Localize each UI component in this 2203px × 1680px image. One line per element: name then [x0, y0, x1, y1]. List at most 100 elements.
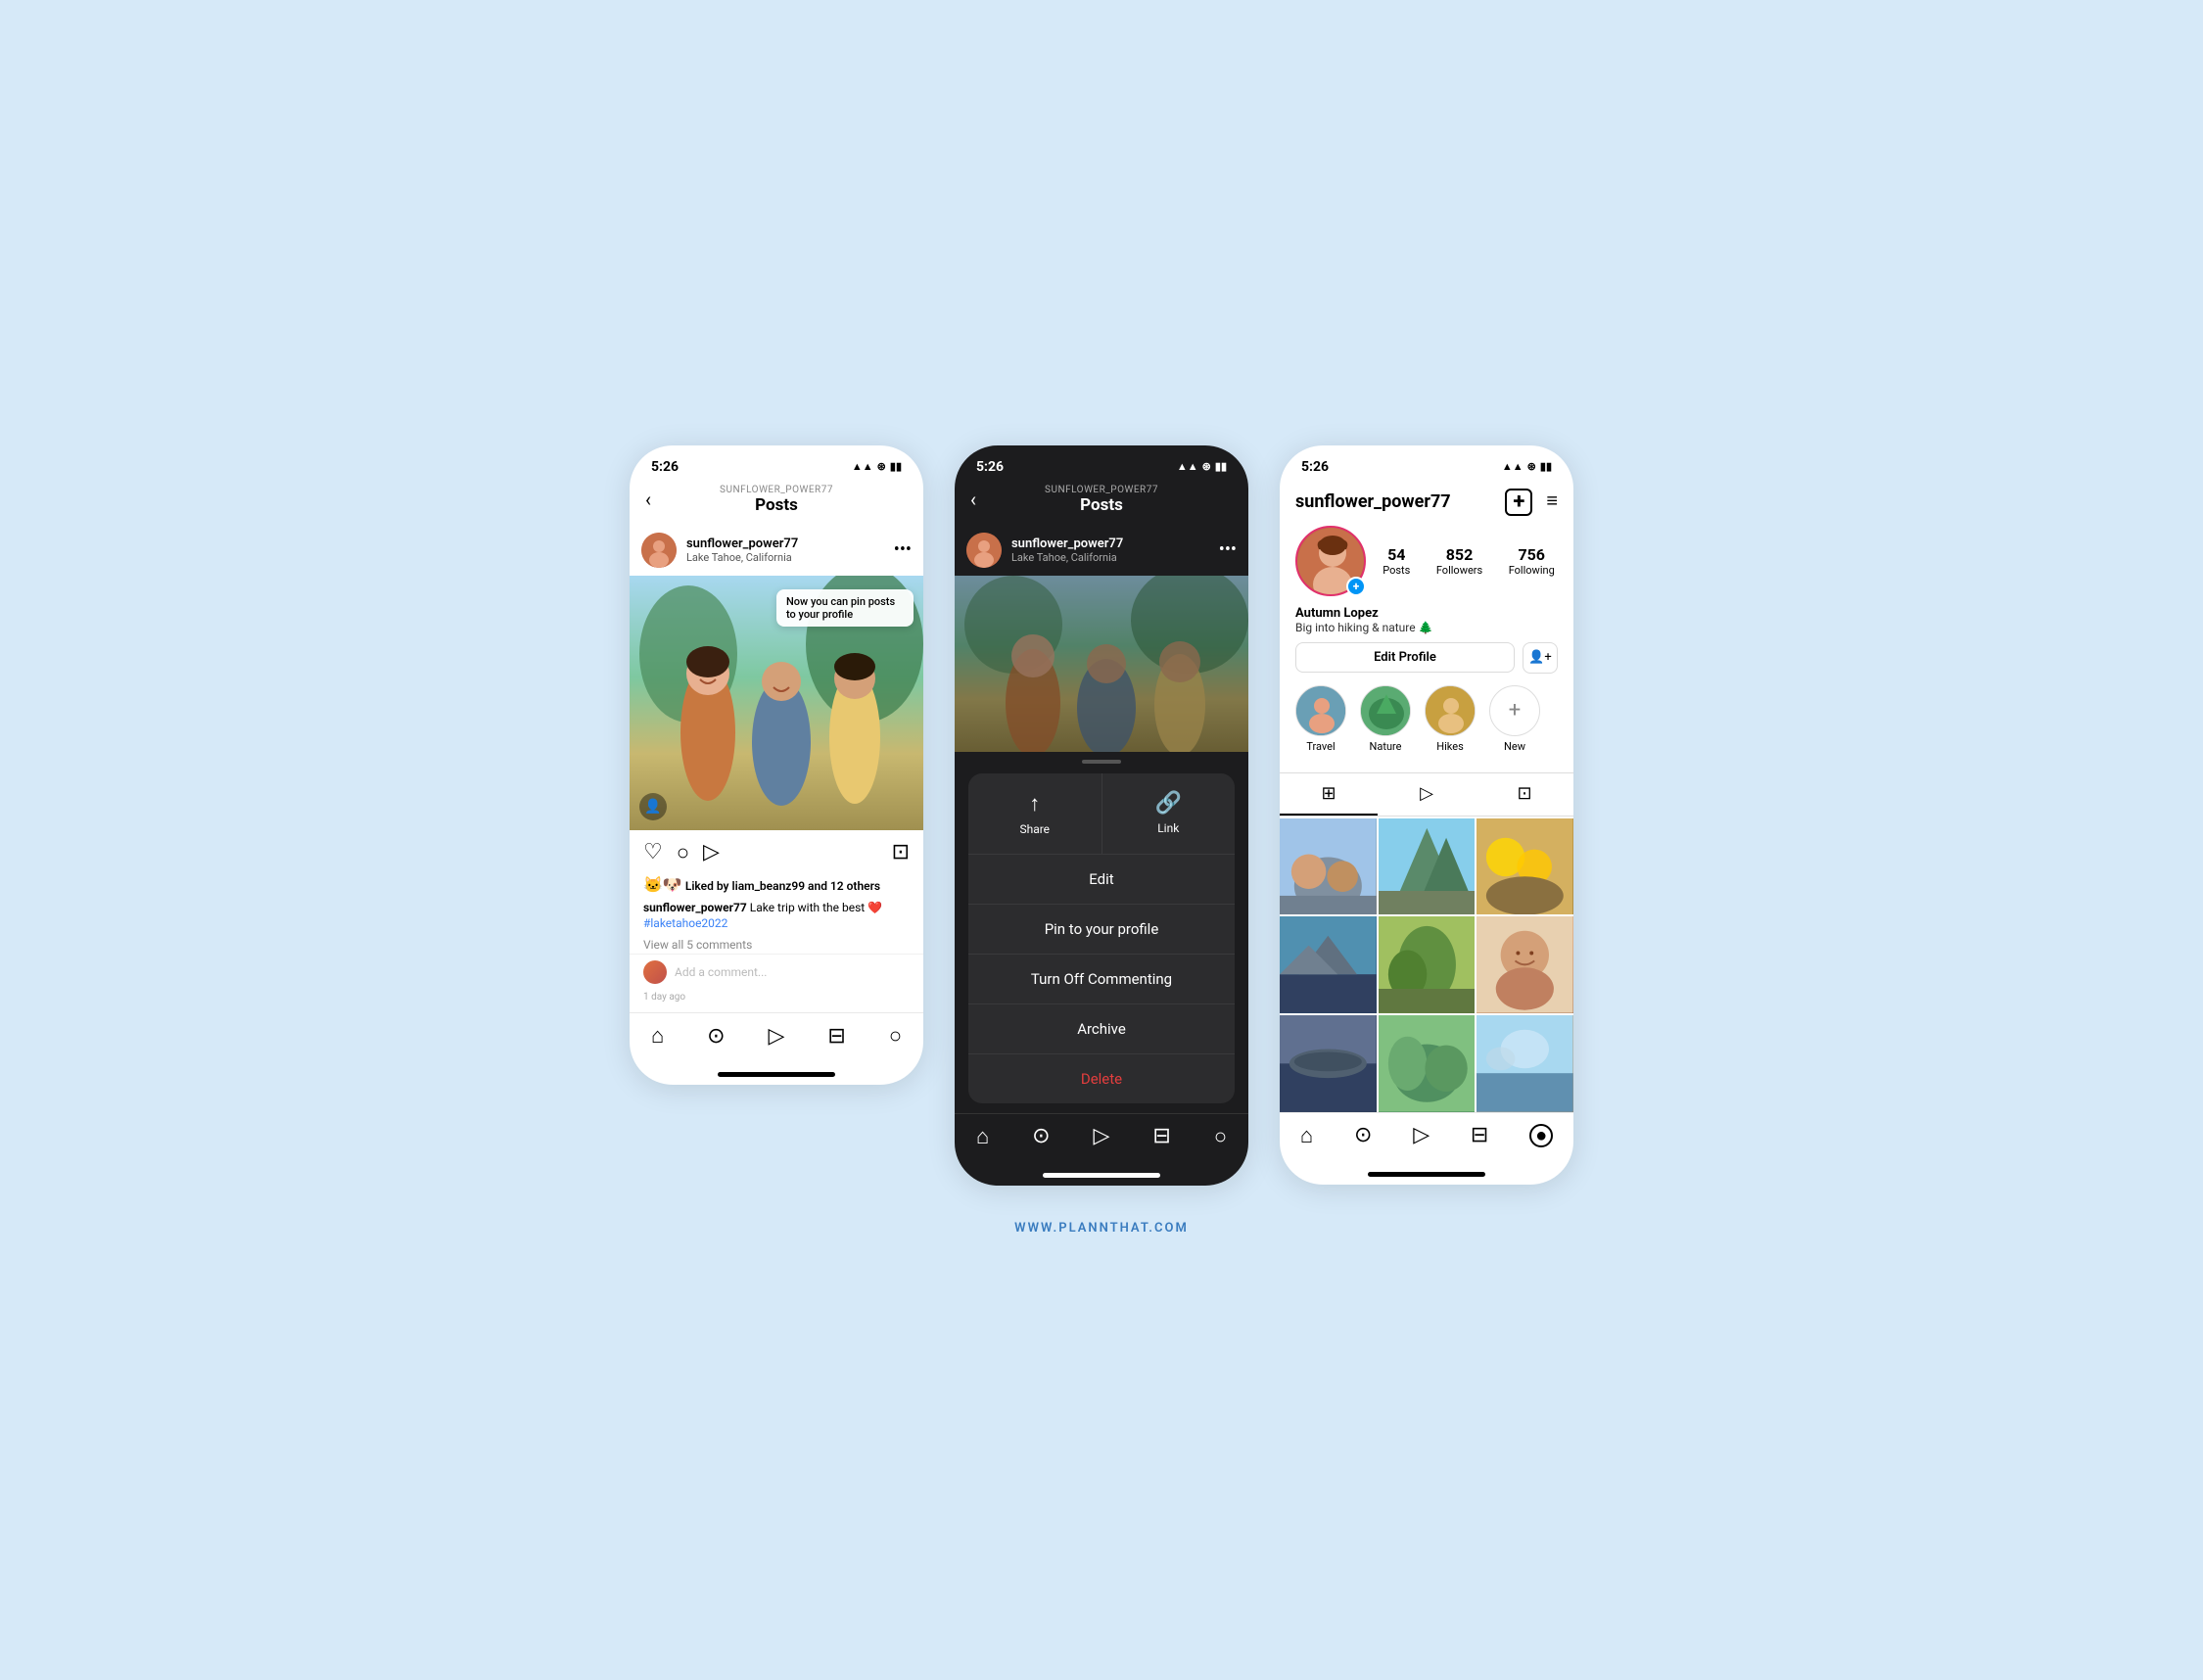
view-comments-1[interactable]: View all 5 comments [630, 936, 923, 954]
menu-share-button[interactable]: ↑ Share [968, 773, 1102, 854]
posts-count: 54 [1383, 545, 1410, 564]
caption-hashtag-1[interactable]: #laketahoe2022 [643, 916, 727, 930]
highlight-circle-travel [1295, 685, 1346, 736]
posts-label: Posts [1383, 564, 1410, 577]
post-username-2[interactable]: sunflower_power77 [1011, 537, 1209, 551]
photo-grid [1280, 818, 1573, 1112]
phone-2-menu: 5:26 ▲▲ ⊛ ▮▮ ‹ SUNFLOWER_POWER77 Posts [955, 445, 1248, 1186]
nav-profile-2[interactable]: ○ [1214, 1124, 1227, 1149]
menu-item-turn-off-commenting[interactable]: Turn Off Commenting [968, 955, 1235, 1004]
highlight-nature[interactable]: Nature [1360, 685, 1411, 753]
nav-header-1: ‹ SUNFLOWER_POWER77 Posts [630, 481, 923, 525]
highlight-hikes[interactable]: Hikes [1425, 685, 1476, 753]
highlight-travel[interactable]: Travel [1295, 685, 1346, 753]
nav-profile-1[interactable]: ○ [889, 1023, 902, 1049]
profile-avatar-wrap: + [1295, 526, 1366, 596]
phones-container: 5:26 ▲▲ ⊛ ▮▮ ‹ SUNFLOWER_POWER77 Posts [630, 445, 1573, 1186]
grid-cell-2[interactable] [1379, 818, 1476, 915]
grid-cell-5[interactable] [1379, 916, 1476, 1013]
post-username-1[interactable]: sunflower_power77 [686, 537, 884, 551]
nav-title-wrap-1: SUNFLOWER_POWER77 Posts [720, 485, 833, 515]
stat-followers[interactable]: 852 Followers [1436, 545, 1482, 577]
follow-suggest-button[interactable]: 👤+ [1523, 642, 1558, 674]
menu-icon-profile[interactable]: ≡ [1546, 489, 1558, 516]
post-more-1[interactable]: ••• [894, 539, 912, 560]
nav-reels-2[interactable]: ▷ [1094, 1124, 1110, 1148]
nav-reels-3[interactable]: ▷ [1413, 1123, 1430, 1147]
follow-suggest-icon: 👤+ [1528, 650, 1552, 665]
comment-avatar-1 [643, 960, 667, 984]
comment-button-1[interactable]: ○ [677, 840, 689, 865]
nav-username-1: SUNFLOWER_POWER77 [720, 485, 833, 495]
phone-3-profile: 5:26 ▲▲ ⊛ ▮▮ sunflower_power77 + ≡ [1280, 445, 1573, 1185]
share-button-1[interactable]: ▷ [703, 840, 720, 864]
home-indicator-3 [1368, 1172, 1485, 1177]
tab-reels[interactable]: ▷ [1378, 773, 1476, 816]
back-button-2[interactable]: ‹ [970, 488, 976, 511]
nav-home-1[interactable]: ⌂ [651, 1023, 664, 1049]
followers-count: 852 [1436, 545, 1482, 564]
highlight-new[interactable]: + New [1489, 685, 1540, 753]
bottom-nav-3: ⌂ ⊙ ▷ ⊟ ● [1280, 1112, 1573, 1168]
nav-shop-1[interactable]: ⊟ [827, 1024, 845, 1049]
stat-following[interactable]: 756 Following [1509, 545, 1555, 577]
wifi-icon: ⊛ [877, 460, 886, 473]
menu-sheet-2: ↑ Share 🔗 Link Edit Pin to your profile … [968, 773, 1235, 1103]
nav-search-3[interactable]: ⊙ [1354, 1123, 1372, 1147]
grid-cell-9[interactable] [1476, 1015, 1573, 1112]
status-bar-3: 5:26 ▲▲ ⊛ ▮▮ [1280, 445, 1573, 481]
tab-tagged[interactable]: ⊡ [1476, 773, 1573, 816]
followers-label: Followers [1436, 564, 1482, 577]
menu-link-button[interactable]: 🔗 Link [1102, 773, 1236, 854]
nav-shop-3[interactable]: ⊟ [1471, 1123, 1488, 1147]
menu-item-edit[interactable]: Edit [968, 855, 1235, 905]
add-story-badge[interactable]: + [1346, 577, 1366, 596]
home-indicator-1 [718, 1072, 835, 1077]
grid-cell-4[interactable] [1280, 916, 1377, 1013]
pin-tooltip: Now you can pin posts to your profile [776, 589, 914, 627]
profile-bio: Autumn Lopez Big into hiking & nature 🌲 [1295, 606, 1558, 642]
comment-input-1[interactable]: Add a comment... [675, 965, 767, 979]
nav-home-3[interactable]: ⌂ [1300, 1123, 1313, 1148]
post-more-2[interactable]: ••• [1219, 539, 1237, 560]
grid-cell-8[interactable] [1379, 1015, 1476, 1112]
nav-search-1[interactable]: ⊙ [707, 1024, 725, 1049]
edit-profile-button[interactable]: Edit Profile [1295, 642, 1515, 673]
grid-cell-7[interactable] [1280, 1015, 1377, 1112]
likes-text-1: Liked by liam_beanz99 and 12 others [685, 879, 880, 893]
nav-shop-2[interactable]: ⊟ [1152, 1124, 1170, 1148]
post-image-1: Now you can pin posts to your profile 👤 [630, 576, 923, 830]
nav-home-2[interactable]: ⌂ [976, 1124, 989, 1149]
like-button-1[interactable]: ♡ [643, 840, 663, 864]
caption-username-1: sunflower_power77 [643, 901, 747, 914]
profile-header: sunflower_power77 + ≡ [1280, 481, 1573, 772]
profile-overlay-icon: 👤 [639, 793, 667, 820]
time-3: 5:26 [1301, 459, 1329, 475]
post-location-1: Lake Tahoe, California [686, 551, 884, 564]
add-post-icon[interactable]: + [1505, 489, 1532, 516]
menu-item-delete[interactable]: Delete [968, 1054, 1235, 1103]
bookmark-button-1[interactable]: ⊡ [892, 840, 910, 864]
status-icons-1: ▲▲ ⊛ ▮▮ [852, 460, 902, 473]
grid-cell-1[interactable] [1280, 818, 1377, 915]
menu-item-archive[interactable]: Archive [968, 1004, 1235, 1054]
post-header-2: sunflower_power77 Lake Tahoe, California… [955, 525, 1248, 576]
profile-stats-row: + 54 Posts 852 Followers 756 Following [1295, 526, 1558, 596]
menu-item-pin[interactable]: Pin to your profile [968, 905, 1235, 955]
wifi-icon-2: ⊛ [1202, 460, 1211, 473]
grid-cell-3[interactable] [1476, 818, 1573, 915]
highlight-circle-hikes [1425, 685, 1476, 736]
nav-profile-3[interactable]: ● [1529, 1124, 1553, 1147]
stat-posts[interactable]: 54 Posts [1383, 545, 1410, 577]
time-1: 5:26 [651, 459, 679, 475]
grid-cell-6[interactable] [1476, 916, 1573, 1013]
nav-reels-1[interactable]: ▷ [769, 1024, 785, 1049]
post-likes-1: 🐱🐶 Liked by liam_beanz99 and 12 others [630, 875, 923, 898]
nav-page-title-2: Posts [1045, 495, 1158, 515]
back-button-1[interactable]: ‹ [645, 488, 651, 511]
tab-grid[interactable]: ⊞ [1280, 773, 1378, 816]
footer-url: WWW.PLANNTHAT.COM [1014, 1221, 1189, 1236]
highlight-label-new: New [1504, 740, 1525, 753]
bottom-nav-2: ⌂ ⊙ ▷ ⊟ ○ [955, 1113, 1248, 1169]
nav-search-2[interactable]: ⊙ [1032, 1124, 1050, 1148]
